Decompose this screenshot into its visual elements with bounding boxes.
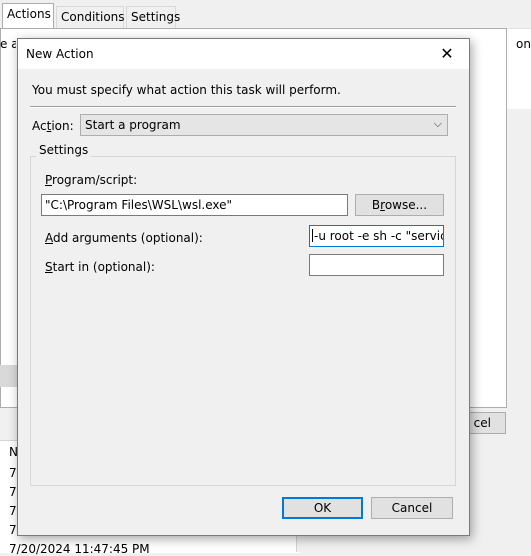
close-icon[interactable]: ✕ [425, 39, 469, 69]
action-label: Action: [32, 119, 74, 133]
tab-actions[interactable]: Actions [2, 3, 54, 29]
action-dropdown-value: Start a program [85, 118, 181, 132]
program-script-value: "C:\Program Files\WSL\wsl.exe" [45, 198, 233, 212]
background-left-edge-text: e a [0, 37, 16, 51]
ok-button[interactable]: OK [282, 497, 363, 519]
start-in-input[interactable] [309, 254, 444, 276]
separator [30, 106, 456, 108]
browse-button[interactable]: Browse... [355, 194, 444, 216]
tab-conditions[interactable]: Conditions [56, 6, 125, 28]
new-action-dialog: New Action ✕ You must specify what actio… [17, 38, 470, 536]
add-arguments-value: -u root -e sh -c "service c [314, 229, 443, 243]
list-item[interactable]: 7 [9, 504, 17, 518]
start-in-label: Start in (optional): [45, 260, 155, 274]
background-right-edge-text: on [516, 37, 531, 51]
program-script-input[interactable]: "C:\Program Files\WSL\wsl.exe" [41, 194, 348, 216]
list-item[interactable]: 7 [9, 485, 17, 499]
dialog-titlebar[interactable]: New Action ✕ [18, 39, 469, 69]
settings-legend: Settings [36, 143, 92, 157]
add-arguments-label: Add arguments (optional): [45, 231, 203, 245]
add-arguments-input[interactable]: -u root -e sh -c "service c [309, 225, 444, 247]
chevron-down-icon: ⌵ [433, 117, 442, 130]
program-script-label: Program/script: [45, 173, 138, 187]
background-selected-row [0, 365, 18, 387]
cancel-button[interactable]: Cancel [371, 497, 453, 519]
list-item[interactable]: 7/20/2024 11:47:45 PM [9, 542, 150, 556]
intro-text: You must specify what action this task w… [32, 83, 341, 97]
list-item[interactable]: 7 [9, 523, 17, 537]
list-item[interactable]: 7 [9, 466, 17, 480]
action-dropdown[interactable]: Start a program ⌵ [80, 114, 448, 136]
dialog-title: New Action [26, 47, 94, 61]
tab-settings[interactable]: Settings [126, 6, 180, 28]
text-caret [312, 229, 313, 242]
background-tab-strip: Actions Conditions Settings [0, 0, 531, 30]
